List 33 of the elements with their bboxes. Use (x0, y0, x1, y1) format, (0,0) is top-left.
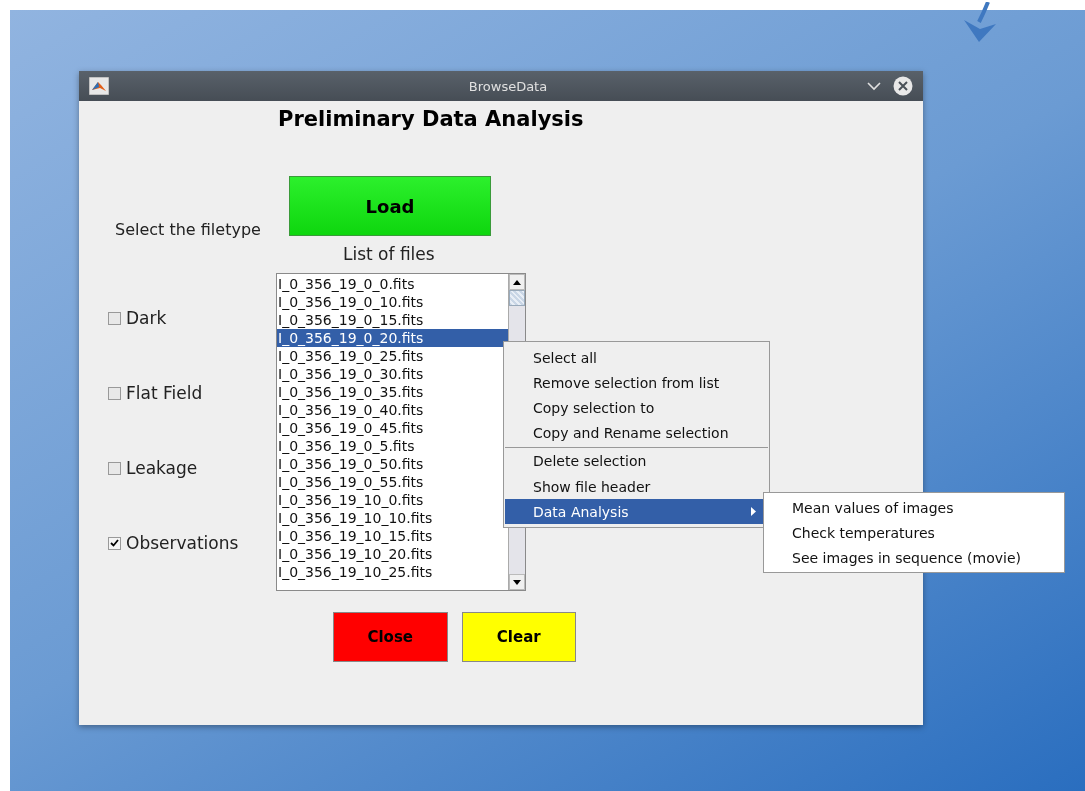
window-title: BrowseData (467, 78, 549, 94)
dialog-heading: Preliminary Data Analysis (278, 107, 584, 133)
filetype-checkbox[interactable]: Observations (108, 533, 239, 553)
app-icon (89, 77, 109, 95)
file-list-item[interactable]: I_0_356_19_10_15.fits (277, 527, 508, 545)
menu-item[interactable]: Remove selection from list (505, 370, 768, 395)
scroll-down-icon[interactable] (513, 579, 521, 585)
close-icon[interactable] (893, 76, 913, 96)
file-list-item[interactable]: I_0_356_19_0_10.fits (277, 293, 508, 311)
file-list-item[interactable]: I_0_356_19_0_0.fits (277, 275, 508, 293)
menu-item[interactable]: See images in sequence (movie) (764, 545, 1064, 570)
file-list-item[interactable]: I_0_356_19_0_15.fits (277, 311, 508, 329)
scrollbar-thumb[interactable] (509, 290, 525, 306)
menu-item[interactable]: Select all (505, 345, 768, 370)
load-button[interactable]: Load (289, 176, 491, 236)
filetype-checkbox[interactable]: Leakage (108, 458, 198, 478)
checkmark-icon (110, 539, 119, 547)
filetype-checkbox[interactable]: Flat Field (108, 383, 203, 403)
menu-item[interactable]: Copy selection to (505, 395, 768, 420)
list-label: List of files (343, 244, 435, 264)
filetype-checkbox[interactable]: Dark (108, 308, 167, 328)
arrow-icon (962, 2, 998, 44)
menu-item[interactable]: Delete selection (505, 447, 768, 474)
scroll-up-icon[interactable] (513, 279, 521, 285)
file-list-item[interactable]: I_0_356_19_10_20.fits (277, 545, 508, 563)
file-list-item[interactable]: I_0_356_19_10_25.fits (277, 563, 508, 581)
action-button[interactable]: Close (333, 612, 448, 662)
menu-item[interactable]: Copy and Rename selection (505, 420, 768, 445)
chevron-down-icon[interactable] (867, 81, 881, 91)
file-list-item[interactable]: I_0_356_19_0_20.fits (277, 329, 508, 347)
submenu-arrow-icon (751, 507, 756, 516)
filetype-label: Select the filetype (115, 220, 261, 239)
action-button[interactable]: Clear (461, 612, 576, 662)
